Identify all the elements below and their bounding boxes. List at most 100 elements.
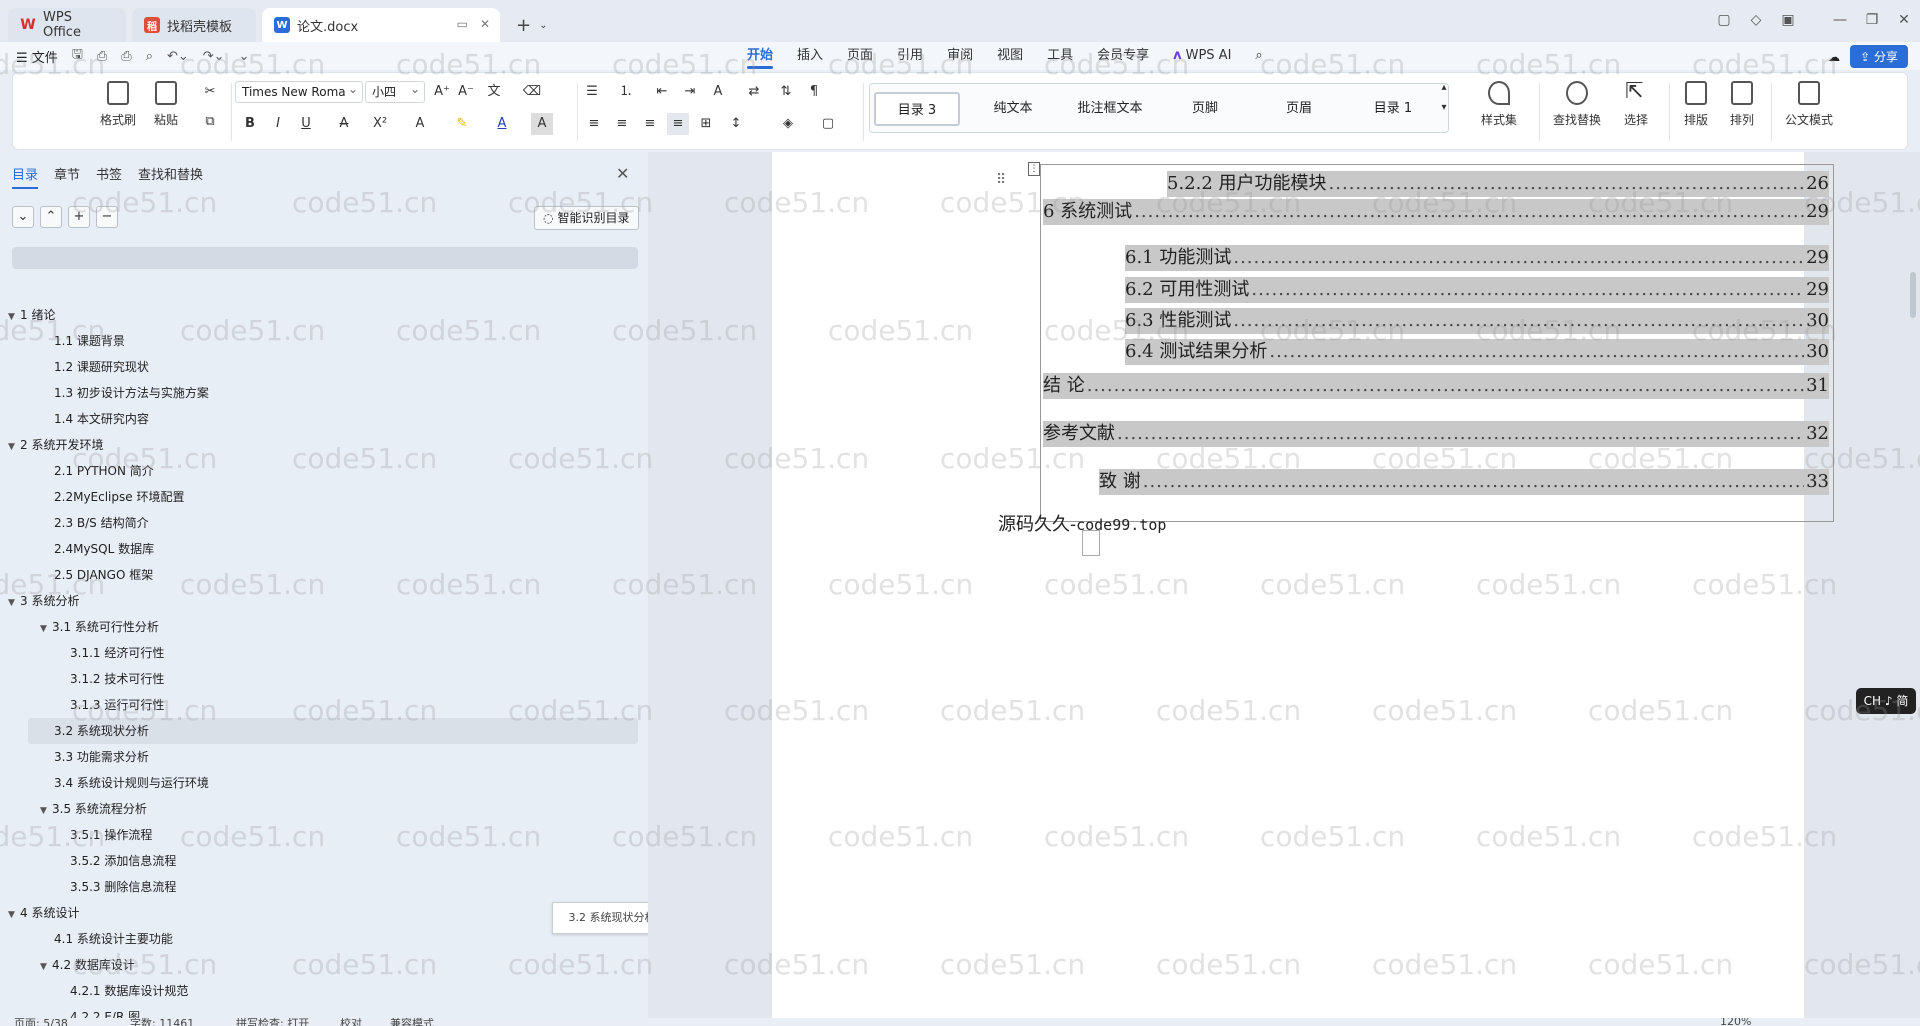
expand-triangle-icon[interactable]: ▼ bbox=[40, 798, 52, 824]
cloud-upload-icon[interactable]: ☁ bbox=[1828, 50, 1840, 64]
text-direction-icon[interactable]: ⇄ bbox=[743, 81, 765, 103]
search-icon[interactable]: ⌕ bbox=[1243, 42, 1274, 70]
tab-review[interactable]: 审阅 bbox=[935, 42, 985, 70]
show-marks-icon[interactable]: ¶ bbox=[803, 81, 825, 103]
expand-triangle-icon[interactable]: ▼ bbox=[40, 616, 52, 642]
print-icon[interactable]: ⎙ bbox=[121, 49, 131, 64]
nav-toc-item[interactable]: 2.3 B/S 结构简介 bbox=[0, 510, 640, 536]
nav-toc-item[interactable]: 1.1 课题背景 bbox=[0, 328, 640, 354]
style-scroll-up-icon[interactable]: ▴ bbox=[1433, 77, 1455, 99]
distribute-icon[interactable]: ⊞ bbox=[695, 113, 717, 135]
tab-wps-office[interactable]: W WPS Office bbox=[8, 8, 126, 42]
drag-handle-icon[interactable]: ⠿ bbox=[996, 172, 1006, 188]
status-spell[interactable]: 拼写检查: 打开 bbox=[236, 1018, 309, 1026]
border-icon[interactable]: ▢ bbox=[817, 113, 839, 135]
nav-toc-item[interactable]: 3.1.2 技术可行性 bbox=[0, 666, 640, 692]
nav-tab-find-replace[interactable]: 查找和替换 bbox=[138, 164, 203, 189]
undo-icon[interactable]: ↶⌄ bbox=[167, 49, 189, 64]
italic-icon[interactable]: I bbox=[267, 113, 289, 135]
expand-triangle-icon[interactable]: ▼ bbox=[40, 954, 52, 980]
doc-toc-line[interactable]: 6.3 性能测试................................… bbox=[1125, 308, 1829, 334]
style-scroll-down-icon[interactable]: ▾ bbox=[1433, 97, 1455, 119]
char-shading-icon[interactable]: A bbox=[531, 113, 553, 135]
nav-toc-item[interactable]: 2.2MyEclipse 环境配置 bbox=[0, 484, 640, 510]
text-effect-icon[interactable]: A bbox=[409, 113, 431, 135]
document-page[interactable]: ⠿ ⋮ 5.2.2 用户功能模块........................… bbox=[772, 152, 1834, 1018]
decrease-font-icon[interactable]: A⁻ bbox=[455, 81, 477, 103]
doc-toc-line[interactable]: 6.1 功能测试................................… bbox=[1125, 245, 1829, 271]
font-name-select[interactable]: Times New Roma bbox=[235, 81, 363, 103]
decrease-indent-icon[interactable]: ⇤ bbox=[651, 81, 673, 103]
tab-document[interactable]: W 论文.docx ▭ ✕ bbox=[262, 8, 500, 42]
tab-insert[interactable]: 插入 bbox=[785, 42, 835, 70]
export-pdf-icon[interactable]: ⎙ bbox=[97, 49, 107, 64]
nav-toc-item[interactable]: 1.4 本文研究内容 bbox=[0, 406, 640, 432]
bullet-list-icon[interactable]: ☰ bbox=[581, 81, 603, 103]
doc-toc-line[interactable]: 致 谢.....................................… bbox=[1099, 469, 1829, 495]
save-icon[interactable]: 🖫 bbox=[72, 45, 83, 67]
status-proof[interactable]: 校对 bbox=[340, 1018, 362, 1026]
doc-toc-line[interactable]: 参考文献....................................… bbox=[1043, 421, 1829, 447]
status-words[interactable]: 字数: 11461 bbox=[130, 1018, 194, 1026]
file-menu[interactable]: ☰ 文件 bbox=[16, 47, 58, 66]
new-tab-button[interactable]: + ⌄ bbox=[506, 8, 557, 42]
nav-toc-item[interactable]: ▼ 1 绪论 bbox=[0, 302, 640, 328]
tab-tools[interactable]: 工具 bbox=[1035, 42, 1085, 70]
nav-toc-item[interactable]: ▼ 4.2 数据库设计 bbox=[0, 952, 640, 978]
expand-triangle-icon[interactable]: ▼ bbox=[8, 304, 20, 330]
quick-access-chevron-icon[interactable]: ⌄ bbox=[239, 49, 250, 64]
redo-icon[interactable]: ↷⌄ bbox=[203, 49, 225, 64]
tab-window-icon[interactable]: ▭ bbox=[457, 17, 468, 31]
align-center-icon[interactable]: ≡ bbox=[611, 113, 633, 135]
remove-heading-icon[interactable]: − bbox=[96, 206, 118, 228]
tab-home[interactable]: 开始 bbox=[735, 42, 785, 70]
font-size-select[interactable]: 小四 bbox=[365, 81, 425, 103]
restore-icon[interactable]: ❐ bbox=[1856, 12, 1888, 28]
nav-toc-item[interactable]: 2.1 PYTHON 简介 bbox=[0, 458, 640, 484]
nav-tab-bookmark[interactable]: 书签 bbox=[96, 164, 122, 189]
tab-template[interactable]: 稻 找稻壳模板 bbox=[132, 8, 256, 42]
phonetic-icon[interactable]: 文 bbox=[483, 81, 505, 103]
chevron-down-icon[interactable]: ⌄ bbox=[539, 20, 547, 31]
layout-button[interactable]: 排版 bbox=[1673, 81, 1719, 128]
status-zoom[interactable]: 120% bbox=[1720, 1018, 1751, 1026]
close-icon[interactable]: ✕ bbox=[480, 17, 490, 31]
layout-icon[interactable]: ▢ bbox=[1708, 12, 1740, 28]
tab-page[interactable]: 页面 bbox=[835, 42, 885, 70]
doc-toc-line[interactable]: 6.2 可用性测试...............................… bbox=[1125, 277, 1829, 303]
toc-field[interactable]: 5.2.2 用户功能模块............................… bbox=[1040, 164, 1834, 522]
status-page[interactable]: 页面: 5/38 bbox=[14, 1018, 68, 1026]
style-footer[interactable]: 页脚 bbox=[1160, 92, 1250, 126]
style-comment-box[interactable]: 批注框文本 bbox=[1060, 92, 1160, 126]
nav-toc-item[interactable]: 3.3 功能需求分析 bbox=[0, 744, 640, 770]
nav-toc-item[interactable]: 3.1.3 运行可行性 bbox=[0, 692, 640, 718]
superscript-icon[interactable]: X² bbox=[369, 113, 391, 135]
paste-button[interactable]: 粘贴 bbox=[143, 81, 189, 128]
window-close-icon[interactable]: ✕ bbox=[1888, 12, 1920, 28]
expand-triangle-icon[interactable]: ▼ bbox=[8, 590, 20, 616]
expand-triangle-icon[interactable]: ▼ bbox=[8, 434, 20, 460]
smart-toc-button[interactable]: ◌ 智能识别目录 bbox=[534, 206, 639, 230]
tab-member[interactable]: 会员专享 bbox=[1085, 42, 1161, 70]
nav-toc-item[interactable]: ▼ 3.5 系统流程分析 bbox=[0, 796, 640, 822]
tab-wps-ai[interactable]: ʌ WPS AI bbox=[1161, 42, 1243, 70]
nav-close-icon[interactable]: ✕ bbox=[616, 164, 629, 183]
style-plain-text[interactable]: 纯文本 bbox=[970, 92, 1056, 126]
nav-toc-item[interactable]: 3.5.2 添加信息流程 bbox=[0, 848, 640, 874]
nav-toc-item[interactable]: 2.5 DJANGO 框架 bbox=[0, 562, 640, 588]
nav-toc-item[interactable]: 3.5.3 删除信息流程 bbox=[0, 874, 640, 900]
nav-tab-chapter[interactable]: 章节 bbox=[54, 164, 80, 189]
find-replace-button[interactable]: 查找替换 bbox=[1545, 81, 1609, 128]
collapse-all-icon[interactable]: ⌄ bbox=[12, 206, 34, 228]
nav-toc-item[interactable]: 3.1.1 经济可行性 bbox=[0, 640, 640, 666]
sort-icon[interactable]: ⇅ bbox=[775, 81, 797, 103]
bold-icon[interactable]: B bbox=[239, 113, 261, 135]
nav-toc-item[interactable]: 2.4MySQL 数据库 bbox=[0, 536, 640, 562]
shading-icon[interactable]: ◈ bbox=[777, 113, 799, 135]
align-left-icon[interactable]: ≡ bbox=[583, 113, 605, 135]
nav-toc-item[interactable]: ▼ 2 系统开发环境 bbox=[0, 432, 640, 458]
nav-toc-item[interactable]: ▼ 3.1 系统可行性分析 bbox=[0, 614, 640, 640]
select-button[interactable]: ⇱ 选择 bbox=[1611, 81, 1661, 128]
style-toc1[interactable]: 目录 1 bbox=[1348, 92, 1438, 126]
font-color-icon[interactable]: A bbox=[491, 113, 513, 135]
